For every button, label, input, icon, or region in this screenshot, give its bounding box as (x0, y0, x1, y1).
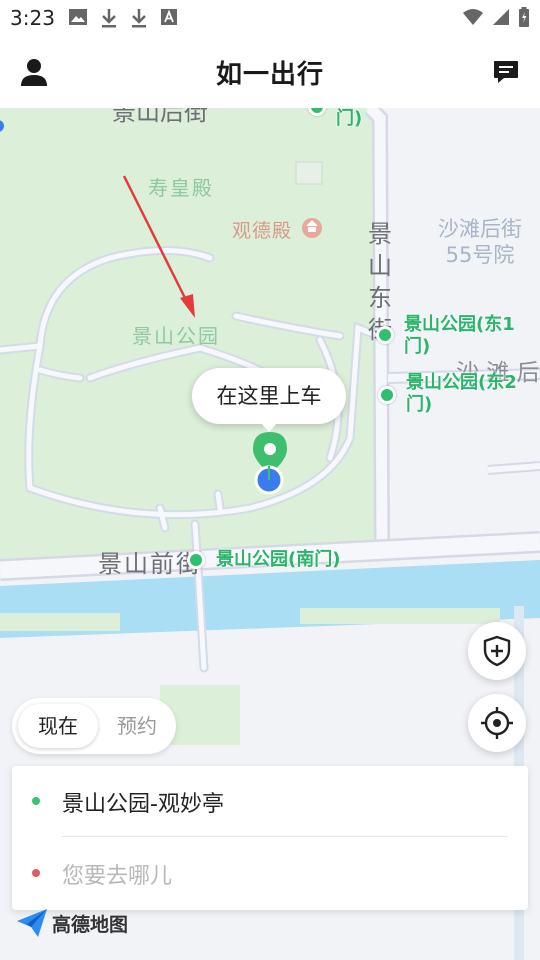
destination-dot (32, 869, 40, 877)
trip-divider (62, 836, 508, 837)
map-view[interactable]: 景山后街 寿皇殿 观德殿 景山公园 景山东街 沙滩后街 55号院 沙 滩 后 景… (0, 108, 540, 960)
wifi-icon (463, 9, 483, 25)
shield-plus-icon (483, 635, 511, 667)
destination-row[interactable]: 您要去哪儿 (12, 838, 528, 908)
label-top-road: 景山后街 (112, 108, 208, 126)
current-location-icon (254, 465, 284, 495)
label-shatan: 沙滩后街 55号院 (438, 217, 522, 267)
page-title: 如一出行 (215, 60, 324, 90)
brand-name: 高德地图 (52, 913, 129, 936)
poi-label-top[interactable]: 门) (336, 108, 362, 130)
download-icon (102, 9, 116, 28)
label-park: 景山公园 (132, 324, 220, 348)
mode-now-tab[interactable]: 现在 (18, 704, 98, 748)
mode-reserve-tab[interactable]: 预约 (104, 704, 170, 748)
origin-dot (32, 797, 40, 805)
status-time: 3:23 (10, 6, 55, 30)
app-header: 如一出行 (0, 36, 540, 108)
battery-icon (519, 7, 529, 27)
notification-icons (68, 8, 178, 28)
message-icon[interactable] (492, 58, 520, 86)
status-bar: 3:23 (0, 0, 540, 36)
paper-plane-icon (17, 909, 47, 937)
poi-dot-east2[interactable] (378, 386, 396, 404)
a-icon (161, 9, 177, 25)
trip-card: 景山公园-观妙亭 您要去哪儿 (12, 766, 528, 910)
pickup-bubble[interactable]: 在这里上车 (192, 368, 346, 432)
poi-label-south[interactable]: 景山公园(南门) (216, 549, 340, 571)
ride-mode-toggle: 现在 预约 (12, 698, 176, 754)
poi-dot-south[interactable] (187, 551, 205, 569)
image-icon (69, 9, 87, 25)
download-icon (132, 9, 146, 28)
poi-label-east1[interactable]: 景山公园(东1 门) (404, 314, 515, 358)
label-shouhuang-hall: 寿皇殿 (148, 176, 214, 200)
poi-dot-east1[interactable] (376, 326, 394, 344)
label-guande-hall: 观德殿 (232, 220, 293, 242)
locate-button[interactable] (468, 694, 526, 752)
signal-icon (493, 9, 509, 25)
origin-row[interactable]: 景山公园-观妙亭 (12, 766, 528, 836)
amap-logo: 高德地图 (16, 908, 128, 938)
safety-button[interactable] (468, 622, 526, 680)
origin-text: 景山公园-观妙亭 (62, 792, 224, 817)
crosshair-icon (481, 707, 513, 739)
system-icons (462, 7, 530, 27)
destination-input[interactable]: 您要去哪儿 (62, 858, 172, 890)
poi-label-east2[interactable]: 景山公园(东2 门) (406, 372, 517, 416)
